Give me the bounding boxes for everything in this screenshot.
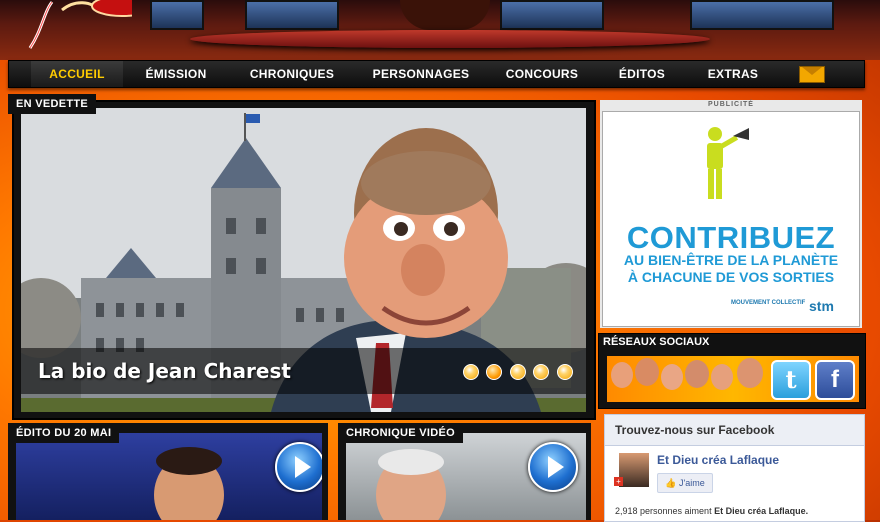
chronique-panel: CHRONIQUE VIDÉO [338, 423, 591, 520]
social-tag: RÉSEAUX SOCIAUX [603, 336, 710, 348]
social-banner: t f [607, 356, 859, 402]
edito-panel: ÉDITO DU 20 MAI [8, 423, 328, 520]
main-nav: ACCUEIL ÉMISSION CHRONIQUES PERSONNAGES … [8, 60, 865, 88]
nav-item-emission[interactable]: ÉMISSION [134, 61, 218, 87]
header-stage [0, 0, 880, 60]
edito-tag: ÉDITO DU 20 MAI [8, 423, 120, 443]
featured-tag: EN VEDETTE [8, 94, 97, 114]
plus-icon: + [614, 477, 623, 486]
nav-item-concours[interactable]: CONCOURS [499, 61, 585, 87]
like-label: J'aime [679, 478, 705, 488]
ad-line-1: AU BIEN-ÊTRE DE LA PLANÈTE [623, 252, 839, 268]
slide-dot[interactable] [510, 364, 526, 380]
slide-dot-active[interactable] [486, 364, 502, 380]
slide-dot[interactable] [463, 364, 479, 380]
facebook-box-title: Trouvez-nous sur Facebook [605, 415, 864, 446]
nav-item-editos[interactable]: ÉDITOS [609, 61, 675, 87]
ad-footer-small: MOUVEMENT COLLECTIF [731, 300, 806, 306]
featured-slider: La bio de Jean Charest [12, 100, 596, 420]
like-button[interactable]: 👍 J'aime [657, 473, 713, 493]
envelope-icon[interactable] [799, 66, 825, 83]
facebook-like-box: Trouvez-nous sur Facebook + Et Dieu créa… [604, 414, 865, 522]
page-avatar[interactable] [619, 453, 649, 487]
host-figure [400, 0, 490, 30]
thumbs-up-icon: 👍 [665, 478, 677, 488]
twitter-icon[interactable]: t [771, 360, 811, 400]
advertisement: PUBLICITÉ CONTRIBUEZ AU BIEN-ÊTRE DE LA … [600, 100, 862, 328]
fan-count-page[interactable]: Et Dieu créa Laflaque. [714, 506, 808, 516]
facebook-icon[interactable]: f [815, 360, 855, 400]
slide-dot[interactable] [557, 364, 573, 380]
stm-logo: stm [809, 298, 834, 314]
character-face [737, 358, 763, 388]
ad-line-2: À CHACUNE DE VOS SORTIES [627, 269, 835, 285]
fan-count: 2,918 personnes aiment Et Dieu créa Lafl… [615, 506, 808, 516]
character-face [635, 358, 659, 386]
character-face [611, 362, 633, 388]
studio-screen [690, 0, 834, 30]
nav-item-extras[interactable]: EXTRAS [699, 61, 767, 87]
studio-screen [245, 0, 339, 30]
character-hair [378, 449, 444, 475]
facebook-page-link[interactable]: Et Dieu créa Laflaque [657, 453, 779, 467]
edito-thumbnail[interactable] [16, 433, 322, 520]
character-face [661, 364, 683, 390]
featured-caption-text: La bio de Jean Charest [38, 359, 291, 383]
studio-screen [150, 0, 204, 30]
show-logo[interactable] [22, 0, 132, 50]
chronique-tag: CHRONIQUE VIDÉO [338, 423, 464, 443]
nav-item-chroniques[interactable]: CHRONIQUES [244, 61, 340, 87]
fan-count-text: 2,918 personnes aiment [615, 506, 712, 516]
ad-banner[interactable]: CONTRIBUEZ AU BIEN-ÊTRE DE LA PLANÈTE À … [602, 111, 860, 327]
ad-headline: CONTRIBUEZ [626, 220, 836, 255]
character-face [711, 364, 733, 390]
slide-dot[interactable] [533, 364, 549, 380]
play-icon[interactable] [275, 442, 322, 492]
social-panel: RÉSEAUX SOCIAUX t f [598, 333, 866, 409]
chronique-thumbnail[interactable] [346, 433, 586, 520]
character-face [685, 360, 709, 388]
ad-label: PUBLICITÉ [708, 101, 754, 108]
play-icon[interactable] [528, 442, 578, 492]
nav-item-personnages[interactable]: PERSONNAGES [369, 61, 473, 87]
character-hair [156, 447, 222, 475]
studio-screen [500, 0, 604, 30]
trumpet-figure-icon [707, 127, 749, 199]
nav-item-accueil[interactable]: ACCUEIL [31, 61, 123, 87]
studio-desk [190, 30, 710, 48]
